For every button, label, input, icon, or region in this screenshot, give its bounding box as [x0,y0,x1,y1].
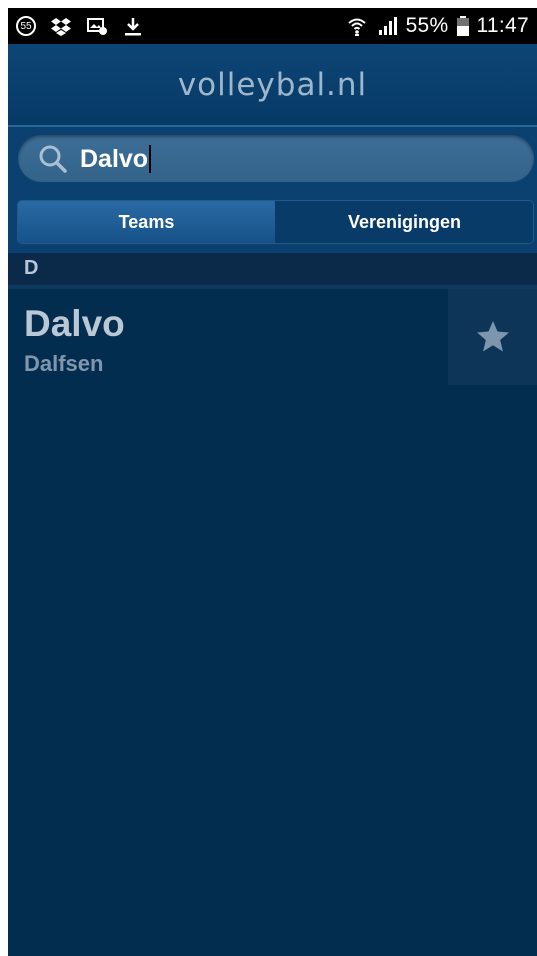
dropbox-icon [51,18,71,36]
clock: 11:47 [476,14,529,37]
download-icon [125,18,141,36]
search-icon [39,145,67,173]
screenshot-icon [87,18,107,35]
wifi-icon [347,18,366,36]
tab-bar: Teams Verenigingen [8,193,537,253]
battery-icon [456,16,469,36]
notification-count-badge: 55 [16,16,36,36]
app-header: volleybal.nl [8,44,537,126]
search-area: Dalvo [8,127,537,193]
search-input-text: Dalvo [80,145,149,173]
signal-icon [378,17,397,35]
list-item-subtitle: Dalfsen [24,351,104,376]
star-icon [476,321,509,352]
app-logo: volleybal.nl [177,67,368,103]
section-letter: D [24,257,39,279]
text-cursor [149,145,152,173]
tab-teams[interactable]: Teams [18,201,276,243]
section-header: D [8,253,537,289]
battery-percentage: 55% [405,14,449,37]
list-item[interactable]: Dalvo Dalfsen [8,289,537,387]
status-bar: 55 55% 11:47 [8,8,537,44]
search-field[interactable]: Dalvo [18,135,534,182]
favorite-button[interactable] [448,289,537,385]
app-screen: 55 55% 11:47 volleybal.nl Dalvo Teams Ve… [8,8,537,956]
list-item-title: Dalvo [24,303,125,344]
segmented-control: Teams Verenigingen [17,200,534,244]
tab-verenigingen[interactable]: Verenigingen [276,201,533,243]
search-input[interactable]: Dalvo [80,145,152,173]
